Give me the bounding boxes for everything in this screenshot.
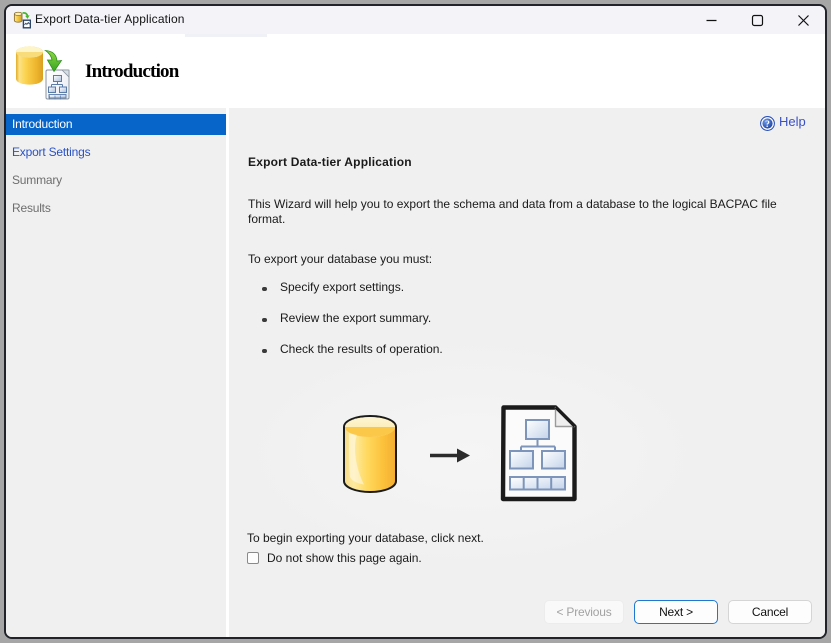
- svg-text:?: ?: [765, 120, 770, 130]
